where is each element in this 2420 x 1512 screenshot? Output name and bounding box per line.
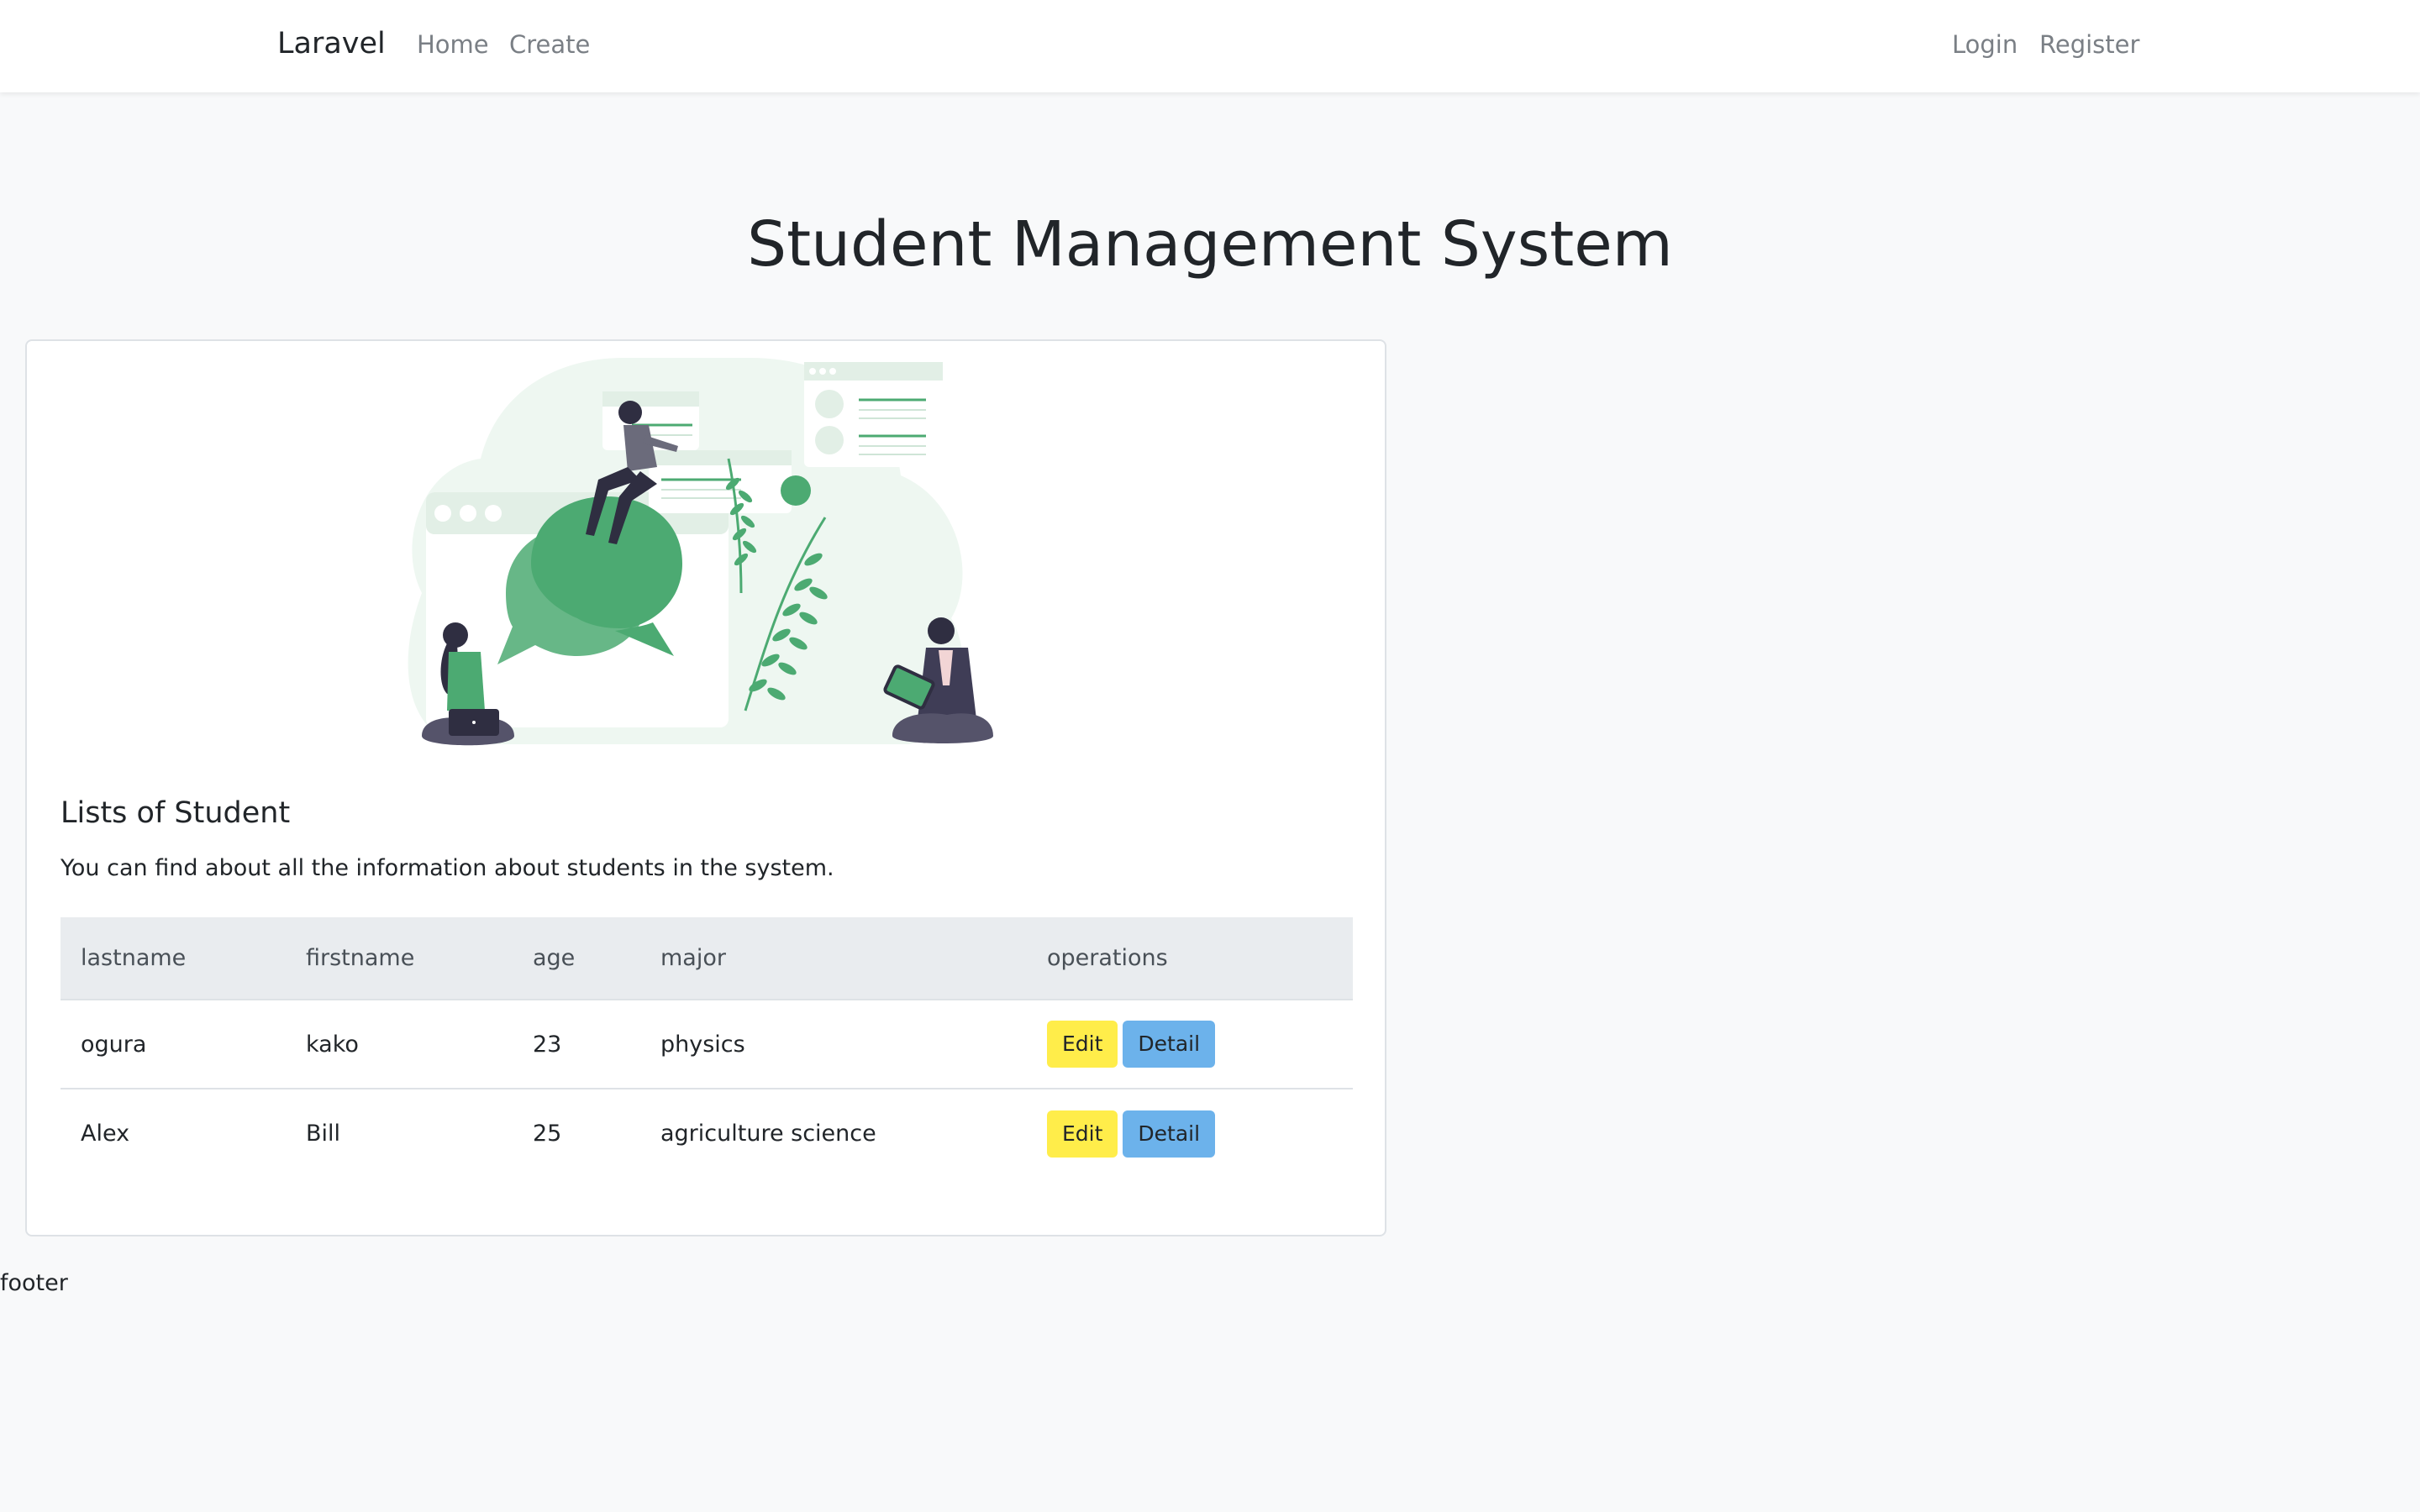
cell-firstname: kako (286, 1000, 513, 1089)
cell-operations: Edit Detail (1027, 1089, 1353, 1178)
card-description: You can find about all the information a… (60, 855, 834, 881)
nav-home-link[interactable]: Home (417, 30, 489, 59)
footer: footer (0, 1270, 68, 1296)
cell-operations: Edit Detail (1027, 1000, 1353, 1089)
card-title: Lists of Student (60, 796, 291, 830)
nav-register-link[interactable]: Register (2039, 30, 2139, 59)
column-header-operations: operations (1027, 917, 1353, 1000)
column-header-age: age (513, 917, 640, 1000)
nav-create-link[interactable]: Create (509, 30, 590, 59)
detail-button[interactable]: Detail (1123, 1021, 1216, 1068)
cell-major: agriculture science (660, 1121, 876, 1147)
cell-age: 23 (513, 1000, 640, 1089)
column-header-lastname: lastname (60, 917, 286, 1000)
table-row: Alex Bill 25 agriculture science Edit Det… (60, 1089, 1353, 1178)
page-title: Student Management System (747, 208, 1673, 281)
cell-age: 25 (533, 1121, 562, 1147)
table-row: ogura kako 23 physics Edit Detail (60, 1000, 1353, 1089)
edit-button[interactable]: Edit (1047, 1021, 1118, 1068)
top-navbar: Laravel Home Create Login Register (0, 0, 2420, 92)
students-table: lastname firstname age major operations … (60, 917, 1353, 1178)
cell-major: physics (640, 1000, 1027, 1089)
detail-button[interactable]: Detail (1123, 1110, 1216, 1158)
brand-link[interactable]: Laravel (277, 27, 386, 60)
cell-firstname: Bill (306, 1121, 341, 1147)
table-header: lastname firstname age major operations (60, 917, 1353, 1000)
nav-login-link[interactable]: Login (1952, 30, 2018, 59)
student-list-card: Lists of Student You can find about all … (25, 339, 1386, 1236)
people-chatting-illustration (408, 358, 993, 746)
cell-lastname: Alex (81, 1121, 130, 1147)
cell-lastname: ogura (60, 1000, 286, 1089)
column-header-firstname: firstname (286, 917, 513, 1000)
column-header-major: major (640, 917, 1027, 1000)
edit-button[interactable]: Edit (1047, 1110, 1118, 1158)
